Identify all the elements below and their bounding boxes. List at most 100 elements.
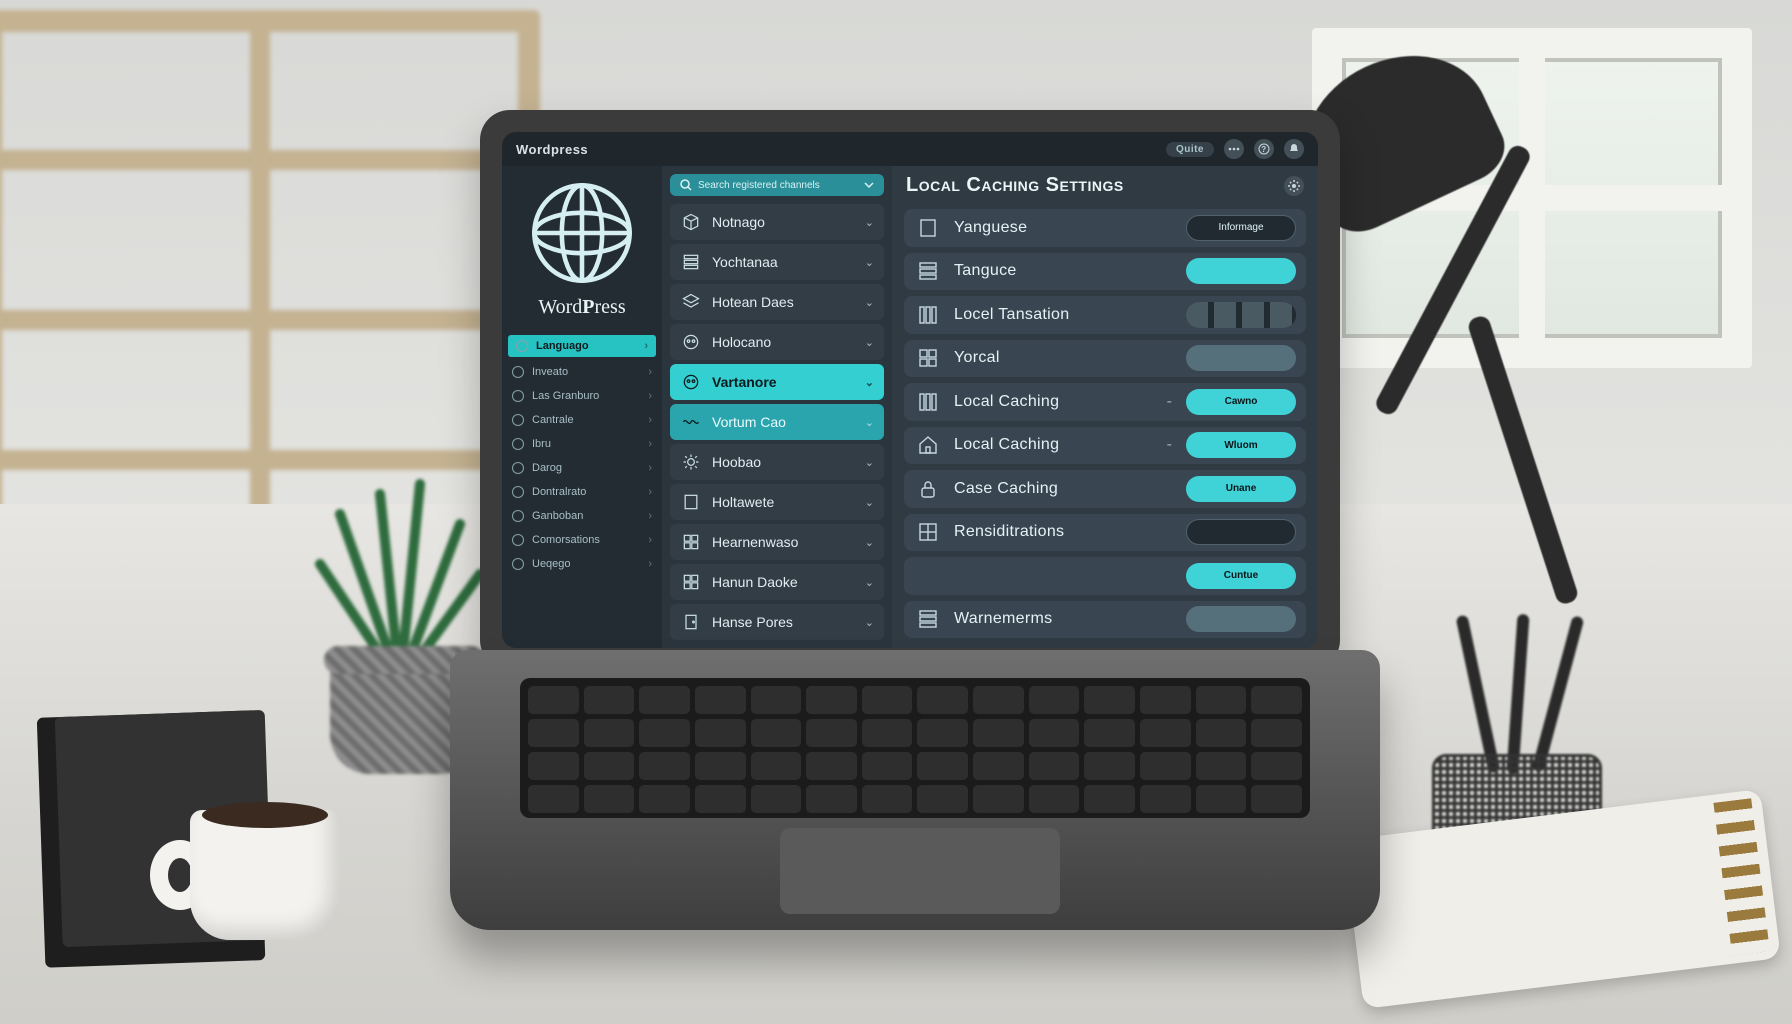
setting-label: Rensiditrations: [954, 523, 1174, 541]
sidebar-item-label: Cantrale: [532, 414, 574, 426]
chevron-right-icon: ›: [648, 390, 652, 402]
menu-item-8[interactable]: Hearnenwaso ⌄: [670, 524, 884, 560]
sidebar-item-7[interactable]: Ganboban ›: [502, 505, 662, 527]
chevron-down-icon: ⌄: [865, 416, 874, 429]
mask-icon: [680, 331, 702, 353]
setting-value[interactable]: [1186, 258, 1296, 284]
setting-label: Yanguese: [954, 219, 1174, 237]
trackpad: [780, 828, 1060, 914]
sidebar-item-label: Inveato: [532, 366, 568, 378]
lock-icon: [914, 475, 942, 503]
bell-icon[interactable]: [1284, 139, 1304, 159]
sidebar-item-label: Las Granburo: [532, 390, 599, 402]
chevron-down-icon: ⌄: [865, 496, 874, 509]
sidebar-item-2[interactable]: Las Granburo ›: [502, 385, 662, 407]
sidebar-item-3[interactable]: Cantrale ›: [502, 409, 662, 431]
sidebar-item-1[interactable]: Inveato ›: [502, 361, 662, 383]
grid-icon: [680, 531, 702, 553]
dots-icon[interactable]: [1224, 139, 1244, 159]
setting-row-5: Local Caching - Wluom: [904, 427, 1306, 465]
sidebar-item-4[interactable]: Ibru ›: [502, 433, 662, 455]
menu-item-2[interactable]: Hotean Daes ⌄: [670, 284, 884, 320]
menu-item-10[interactable]: Hanse Pores ⌄: [670, 604, 884, 640]
brand-wordmark: WordPress: [538, 296, 625, 319]
sidebar-item-9[interactable]: Ueqego ›: [502, 553, 662, 575]
panel-header: Local Caching Settings: [892, 166, 1318, 205]
menu-item-label: Yochtanaa: [712, 254, 778, 270]
sidebar-item-0[interactable]: Languago ›: [508, 335, 656, 357]
chevron-down-icon: ⌄: [865, 256, 874, 269]
house-icon: [914, 431, 942, 459]
setting-value[interactable]: [1186, 302, 1296, 328]
stack-icon: [914, 257, 942, 285]
setting-value[interactable]: Unane: [1186, 476, 1296, 502]
bullet-icon: [512, 438, 524, 450]
setting-row-0: Yanguese Informage: [904, 209, 1306, 247]
chevron-down-icon: ⌄: [865, 456, 874, 469]
separator: -: [1167, 393, 1172, 411]
chevron-right-icon: ›: [648, 510, 652, 522]
chevron-down-icon: ⌄: [865, 336, 874, 349]
chevron-right-icon: ›: [644, 340, 648, 352]
setting-row-6: Case Caching Unane: [904, 470, 1306, 508]
setting-value[interactable]: [1186, 345, 1296, 371]
search-placeholder: Search registered channels: [698, 180, 820, 191]
bullet-icon: [512, 486, 524, 498]
menu-item-label: Hotean Daes: [712, 294, 794, 310]
sidebar-item-8[interactable]: Comorsations ›: [502, 529, 662, 551]
menu-item-9[interactable]: Hanun Daoke ⌄: [670, 564, 884, 600]
building-icon: [680, 491, 702, 513]
grid4-icon: [914, 518, 942, 546]
setting-label: Locel Tansation: [954, 306, 1174, 324]
chevron-down-icon: ⌄: [865, 376, 874, 389]
menu-item-1[interactable]: Yochtanaa ⌄: [670, 244, 884, 280]
setting-row-9: Warnemerms: [904, 601, 1306, 639]
setting-label: Yorcal: [954, 349, 1174, 367]
menu-item-0[interactable]: Notnago ⌄: [670, 204, 884, 240]
status-badge[interactable]: Quite: [1166, 142, 1214, 157]
laptop-screen: Wordpress Quite ?: [502, 132, 1318, 648]
setting-row-1: Tanguce: [904, 253, 1306, 291]
grid-icon: [914, 344, 942, 372]
menu-item-4[interactable]: Vartanore ⌄: [670, 364, 884, 400]
menu-item-label: Hanun Daoke: [712, 574, 798, 590]
setting-value[interactable]: Informage: [1186, 215, 1296, 241]
menu-item-5[interactable]: Vortum Cao ⌄: [670, 404, 884, 440]
setting-value[interactable]: Wluom: [1186, 432, 1296, 458]
sidebar-item-label: Dontralrato: [532, 486, 586, 498]
setting-row-4: Local Caching - Cawno: [904, 383, 1306, 421]
columns-icon: [914, 301, 942, 329]
setting-row-7: Rensiditrations: [904, 514, 1306, 552]
setting-row-3: Yorcal: [904, 340, 1306, 378]
setting-value[interactable]: [1186, 519, 1296, 545]
coffee-mug: [160, 770, 360, 940]
sidebar-item-6[interactable]: Dontralrato ›: [502, 481, 662, 503]
menu-item-3[interactable]: Holocano ⌄: [670, 324, 884, 360]
sidebar-item-label: Ueqego: [532, 558, 571, 570]
menu-item-label: Hearnenwaso: [712, 534, 798, 550]
search-input[interactable]: Search registered channels: [670, 174, 884, 196]
menu-item-7[interactable]: Holtawete ⌄: [670, 484, 884, 520]
help-icon[interactable]: ?: [1254, 139, 1274, 159]
chevron-down-icon: ⌄: [865, 536, 874, 549]
bullet-icon: [512, 462, 524, 474]
setting-value[interactable]: [1186, 606, 1296, 632]
sidebar-item-label: Comorsations: [532, 534, 600, 546]
sidebar-item-label: Ibru: [532, 438, 551, 450]
menu-item-6[interactable]: Hoobao ⌄: [670, 444, 884, 480]
chevron-right-icon: ›: [648, 534, 652, 546]
sidebar-item-5[interactable]: Darog ›: [502, 457, 662, 479]
gear-icon: [680, 451, 702, 473]
setting-value[interactable]: Cuntue: [1186, 563, 1296, 589]
door-icon: [680, 611, 702, 633]
sidebar-item-label: Languago: [536, 340, 589, 352]
setting-label: Case Caching: [954, 480, 1174, 498]
columns-icon: [914, 388, 942, 416]
menu-item-label: Notnago: [712, 214, 765, 230]
secondary-menu-list: Notnago ⌄ Yochtanaa ⌄ Hotean Daes ⌄ Holo…: [662, 204, 892, 648]
setting-value[interactable]: Cawno: [1186, 389, 1296, 415]
layers-icon: [680, 291, 702, 313]
chevron-down-icon: ⌄: [865, 576, 874, 589]
menu-item-label: Hanse Pores: [712, 614, 793, 630]
gear-icon[interactable]: [1284, 176, 1304, 196]
